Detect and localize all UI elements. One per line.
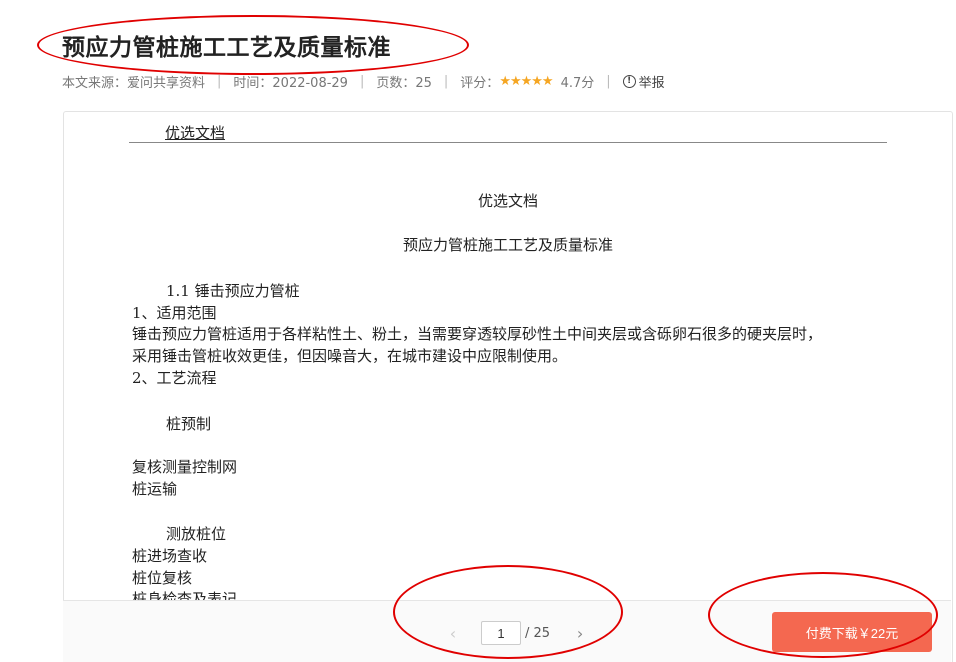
preview-line: 采用锤击管桩收效更佳，但因噪音大，在城市建设中应限制使用。 bbox=[132, 347, 568, 365]
preview-line: 桩进场查收 bbox=[132, 547, 208, 565]
meta-rating-label: 评分： bbox=[460, 76, 500, 91]
report-button[interactable]: ! 举报 bbox=[622, 72, 665, 91]
preview-line: 桩运输 bbox=[132, 480, 178, 498]
rating-stars-icon: ★★★★★ bbox=[499, 74, 553, 89]
document-meta: 本文来源：爱问共享资料 | 时间：2022-08-29 | 页数：25 | 评分… bbox=[62, 72, 665, 91]
meta-divider: | bbox=[359, 74, 365, 89]
page-total: / 25 bbox=[525, 625, 551, 641]
preview-line: 桩预制 bbox=[166, 415, 212, 433]
preview-line: 1、适用范围 bbox=[132, 304, 217, 322]
meta-time: 时间：2022-08-29 bbox=[233, 76, 348, 91]
preview-heading: 优选文档 bbox=[477, 192, 538, 210]
meta-divider: | bbox=[443, 74, 449, 89]
meta-divider: | bbox=[217, 74, 222, 89]
document-toolbar: ‹ / 25 › 付费下载￥22元 bbox=[63, 600, 951, 662]
preview-line: 桩位复核 bbox=[132, 569, 193, 587]
paid-download-button[interactable]: 付费下载￥22元 bbox=[772, 612, 932, 652]
document-preview-page: 优选文档 优选文档 预应力管桩施工工艺及质量标准 1.1 锤击预应力管桩 1、适… bbox=[64, 112, 952, 602]
meta-source: 本文来源：爱问共享资料 bbox=[62, 76, 206, 91]
pagination: ‹ / 25 › bbox=[443, 621, 590, 645]
meta-rating-value: 4.7分 bbox=[560, 76, 595, 91]
preview-line: 锤击预应力管桩适用于各样粘性土、粉土，当需要穿透较厚砂性土中间夹层或含砾卵石很多… bbox=[132, 325, 823, 343]
document-page: 预应力管桩施工工艺及质量标准 本文来源：爱问共享资料 | 时间：2022-08-… bbox=[0, 0, 956, 662]
document-preview-frame: 优选文档 优选文档 预应力管桩施工工艺及质量标准 1.1 锤击预应力管桩 1、适… bbox=[63, 111, 953, 662]
preview-line: 测放桩位 bbox=[166, 525, 227, 543]
meta-pages: 页数：25 bbox=[376, 76, 432, 91]
meta-divider: | bbox=[606, 74, 611, 89]
next-page-chevron-icon[interactable]: › bbox=[570, 624, 590, 643]
preview-line: 1.1 锤击预应力管桩 bbox=[166, 282, 300, 300]
preview-page-header: 优选文档 bbox=[165, 124, 226, 142]
prev-page-chevron-icon[interactable]: ‹ bbox=[443, 624, 463, 643]
document-title: 预应力管桩施工工艺及质量标准 bbox=[62, 35, 391, 61]
warning-icon: ! bbox=[622, 75, 636, 88]
preview-header-rule bbox=[129, 142, 887, 143]
preview-doc-title: 预应力管桩施工工艺及质量标准 bbox=[402, 236, 613, 254]
preview-line: 2、工艺流程 bbox=[132, 369, 217, 387]
page-number-input[interactable] bbox=[481, 621, 521, 645]
report-label: 举报 bbox=[638, 76, 665, 91]
preview-line: 复核测量控制网 bbox=[132, 458, 238, 476]
